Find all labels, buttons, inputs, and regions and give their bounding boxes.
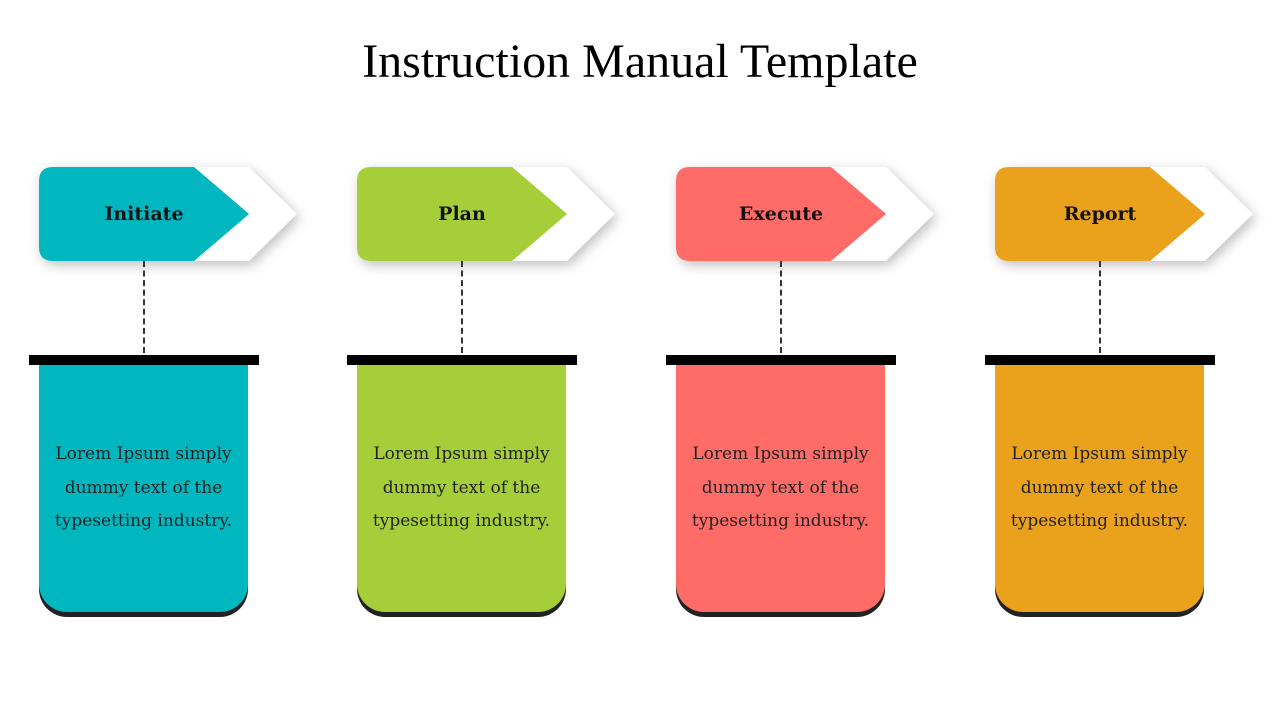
step-tag: Initiate — [39, 167, 297, 261]
step-column-report: Report Lorem Ipsum simply dummy text of … — [985, 0, 1253, 720]
step-description-box: Lorem Ipsum simply dummy text of the typ… — [39, 365, 248, 612]
divider-bar — [347, 355, 577, 365]
step-description: Lorem Ipsum simply dummy text of the typ… — [372, 444, 551, 532]
step-column-plan: Plan Lorem Ipsum simply dummy text of th… — [347, 0, 615, 720]
step-column-execute: Execute Lorem Ipsum simply dummy text of… — [666, 0, 934, 720]
step-tag: Report — [995, 167, 1253, 261]
step-description-box: Lorem Ipsum simply dummy text of the typ… — [357, 365, 566, 612]
dashed-connector — [461, 261, 463, 353]
step-description-box: Lorem Ipsum simply dummy text of the typ… — [676, 365, 885, 612]
step-label: Plan — [438, 203, 486, 225]
step-tag: Plan — [357, 167, 615, 261]
step-description-box: Lorem Ipsum simply dummy text of the typ… — [995, 365, 1204, 612]
divider-bar — [666, 355, 896, 365]
step-label: Report — [1063, 203, 1137, 225]
step-label: Initiate — [104, 203, 184, 225]
step-column-initiate: Initiate Lorem Ipsum simply dummy text o… — [29, 0, 297, 720]
step-description: Lorem Ipsum simply dummy text of the typ… — [54, 444, 233, 532]
divider-bar — [29, 355, 259, 365]
step-label: Execute — [738, 203, 824, 225]
step-description: Lorem Ipsum simply dummy text of the typ… — [691, 444, 870, 532]
divider-bar — [985, 355, 1215, 365]
dashed-connector — [1099, 261, 1101, 353]
dashed-connector — [780, 261, 782, 353]
dashed-connector — [143, 261, 145, 353]
step-tag: Execute — [676, 167, 934, 261]
step-description: Lorem Ipsum simply dummy text of the typ… — [1010, 444, 1189, 532]
